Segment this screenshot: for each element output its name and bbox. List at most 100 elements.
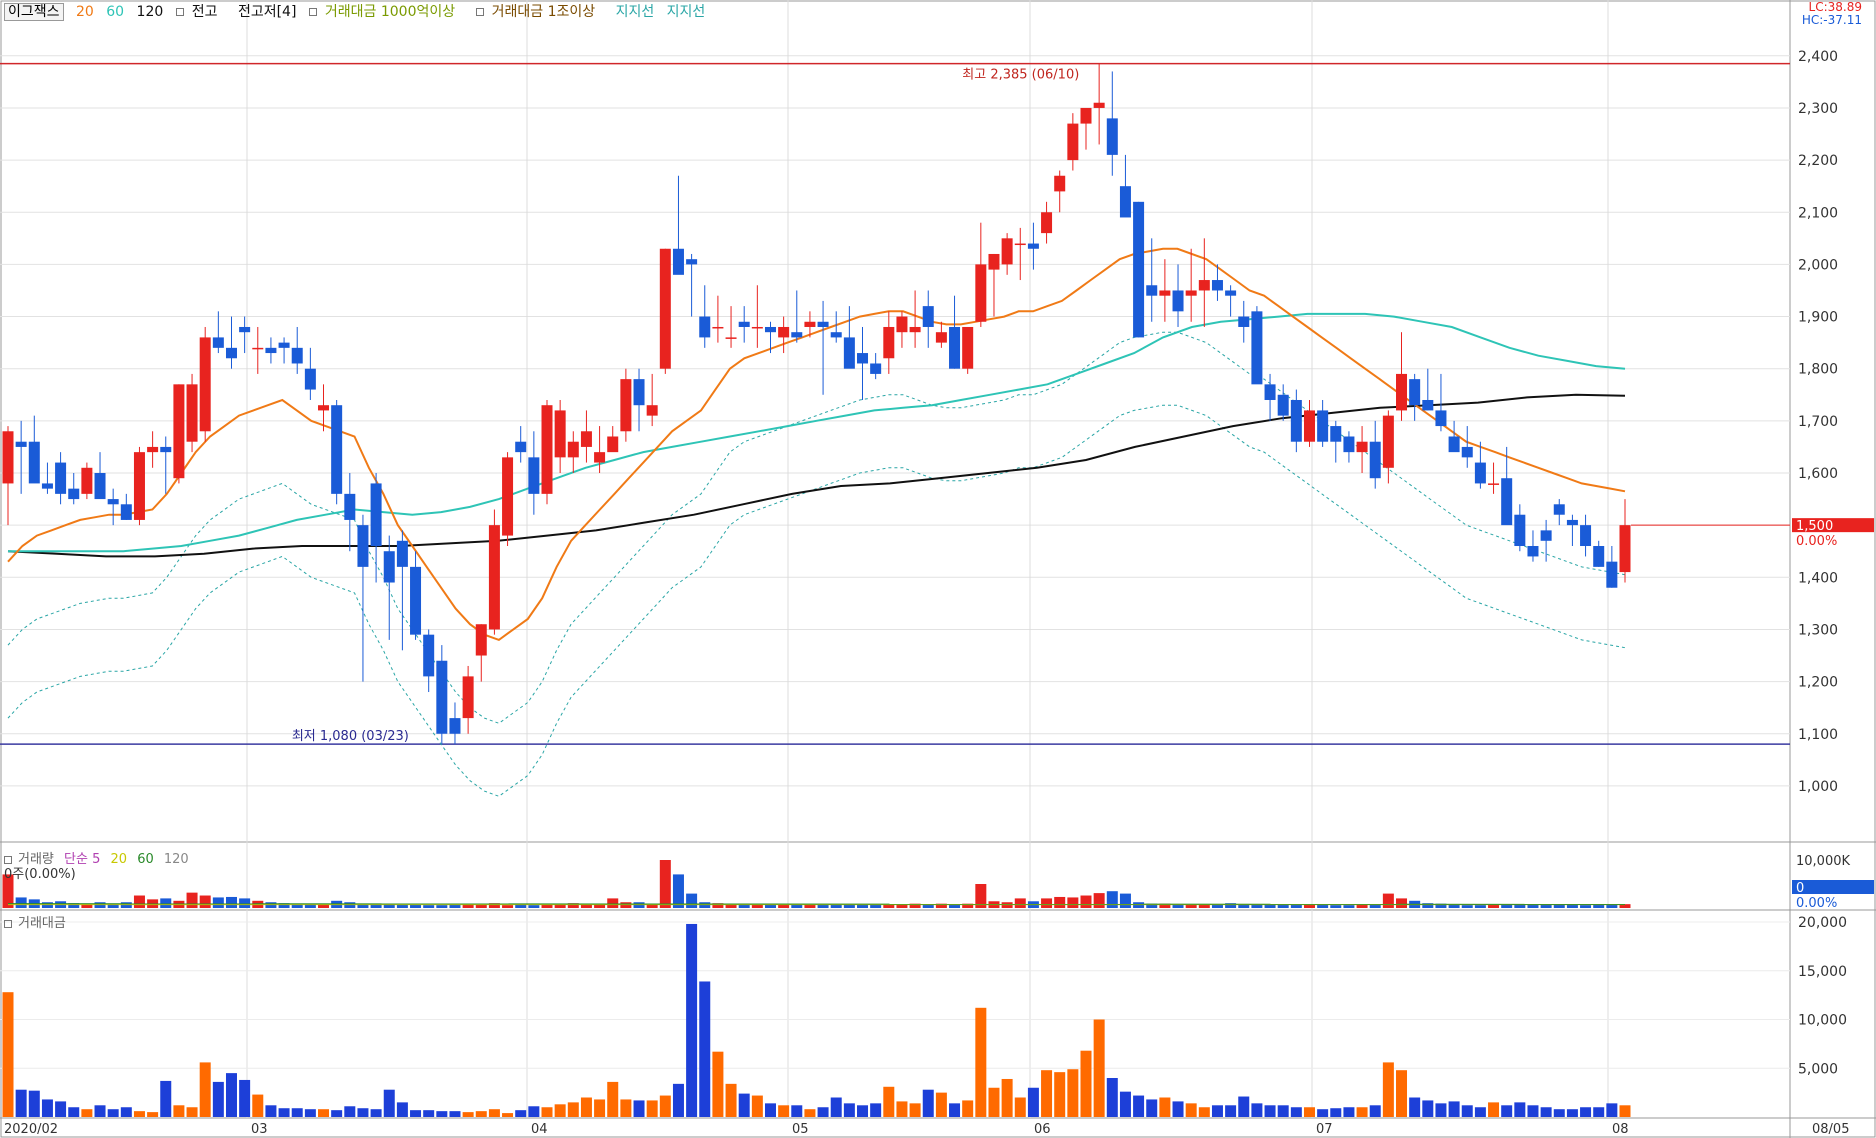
candle-body — [120, 504, 132, 520]
amount-bar — [94, 1105, 106, 1117]
candle-body — [659, 248, 671, 369]
candle-body — [1027, 243, 1039, 249]
candle-body — [1501, 478, 1513, 526]
amount-bar — [962, 1100, 974, 1117]
amount-bar — [1001, 1078, 1013, 1117]
amount-bar — [1198, 1107, 1210, 1117]
amount-bar — [107, 1109, 119, 1117]
amount-bar — [1119, 1091, 1131, 1117]
volume-ma20-legend[interactable]: 20 — [111, 852, 128, 867]
date-tick-label: 06 — [1034, 1122, 1051, 1137]
candle-body — [1014, 243, 1026, 246]
volume-ma120-legend[interactable]: 120 — [164, 852, 189, 867]
candle-body — [909, 326, 921, 333]
ma20-legend[interactable]: 20 — [76, 4, 94, 20]
amount-bar — [541, 1107, 553, 1117]
volume-bar — [607, 898, 619, 908]
amount-bar — [383, 1089, 395, 1117]
amount-bar — [1396, 1070, 1408, 1117]
amount-bar — [199, 1062, 211, 1117]
amount-bar — [1080, 1050, 1092, 1117]
candle-body — [265, 347, 277, 354]
date-tick-label: 03 — [251, 1122, 268, 1137]
candle-body — [212, 337, 224, 348]
amount-bar — [120, 1107, 132, 1117]
candle-body — [699, 316, 711, 338]
candle-body — [1238, 316, 1250, 327]
volume-current-box — [1792, 880, 1874, 894]
amount-bar — [147, 1112, 159, 1117]
ma60-legend[interactable]: 60 — [106, 4, 124, 20]
candle-body — [1435, 410, 1447, 427]
candle-body — [751, 326, 763, 329]
volume-bar — [502, 905, 514, 908]
amount-bar — [252, 1094, 264, 1117]
candle-body — [1409, 379, 1421, 406]
support-band-lower — [7, 404, 1626, 797]
amount-1jo-legend[interactable]: 거래대금 1조이상 — [475, 4, 604, 20]
amount-bar — [594, 1099, 606, 1117]
prev-high-legend[interactable]: 전고 — [175, 4, 226, 20]
candle-body — [2, 431, 14, 484]
ma120-legend[interactable]: 120 — [137, 4, 164, 20]
candle-body — [344, 493, 356, 520]
stock-name[interactable]: 이그잭스 — [4, 3, 64, 21]
volume-bar — [1330, 905, 1342, 908]
candle-body — [1054, 175, 1066, 192]
volume-bar — [1356, 904, 1368, 908]
candle-body — [594, 452, 606, 463]
prev-high-low-legend[interactable]: 전고저[4] — [238, 4, 296, 20]
volume-current-label: 0 — [1796, 881, 1804, 896]
candle-body — [94, 473, 106, 500]
volume-bar — [133, 895, 145, 908]
amount-bar — [1093, 1019, 1105, 1117]
amount-title[interactable]: 거래대금 — [18, 916, 66, 931]
amount-bar — [830, 1097, 842, 1117]
volume-bar — [1211, 904, 1223, 908]
amount-bar — [1251, 1103, 1263, 1117]
price-tick-label: 2,200 — [1798, 153, 1838, 169]
volume-bar — [1172, 904, 1184, 908]
amount-legend: 거래대금 — [4, 912, 72, 931]
amount-bar — [1566, 1109, 1578, 1117]
amount-bar — [1041, 1070, 1053, 1117]
support1-legend[interactable]: 지지선 — [616, 4, 655, 20]
volume-bar — [1317, 904, 1329, 908]
volume-bar — [1106, 891, 1118, 908]
price-tick-label: 2,100 — [1798, 205, 1838, 221]
amount-bar — [712, 1051, 724, 1117]
amount-bar — [975, 1007, 987, 1117]
amount-bar — [1225, 1105, 1237, 1117]
candle-body — [1303, 410, 1315, 442]
amount-bar — [1290, 1107, 1302, 1117]
amount-bar — [1606, 1103, 1618, 1117]
volume-bar — [672, 874, 684, 908]
amount-bar — [870, 1103, 882, 1117]
date-tick-label: 08/05 — [1812, 1122, 1849, 1137]
candle-body — [1606, 561, 1618, 588]
candle-body — [1001, 238, 1013, 265]
amount-bar — [1580, 1107, 1592, 1117]
candle-body — [843, 337, 855, 369]
amount-bar — [475, 1111, 487, 1117]
candle-body — [147, 446, 159, 453]
amount-bar — [291, 1108, 303, 1117]
amount-bar — [160, 1080, 172, 1117]
candle-body — [778, 326, 790, 338]
support2-legend[interactable]: 지지선 — [667, 4, 706, 20]
hc-indicator: HC:-37.11 — [1801, 13, 1862, 27]
amount-bar — [1409, 1097, 1421, 1117]
amount-bar — [186, 1107, 198, 1117]
volume-ma60-legend[interactable]: 60 — [137, 852, 154, 867]
amount-1000-legend[interactable]: 거래대금 1000억이상 — [308, 4, 463, 20]
candle-body — [607, 436, 619, 453]
candle-body — [55, 462, 67, 494]
candle-body — [975, 264, 987, 322]
amount-bar — [370, 1109, 382, 1117]
candle-body — [1474, 462, 1486, 484]
candle-body — [712, 326, 724, 329]
candle-body — [764, 326, 776, 333]
amount-bar — [1369, 1105, 1381, 1117]
amount-1jo-box-icon — [475, 8, 484, 16]
volume-bar — [778, 904, 790, 908]
